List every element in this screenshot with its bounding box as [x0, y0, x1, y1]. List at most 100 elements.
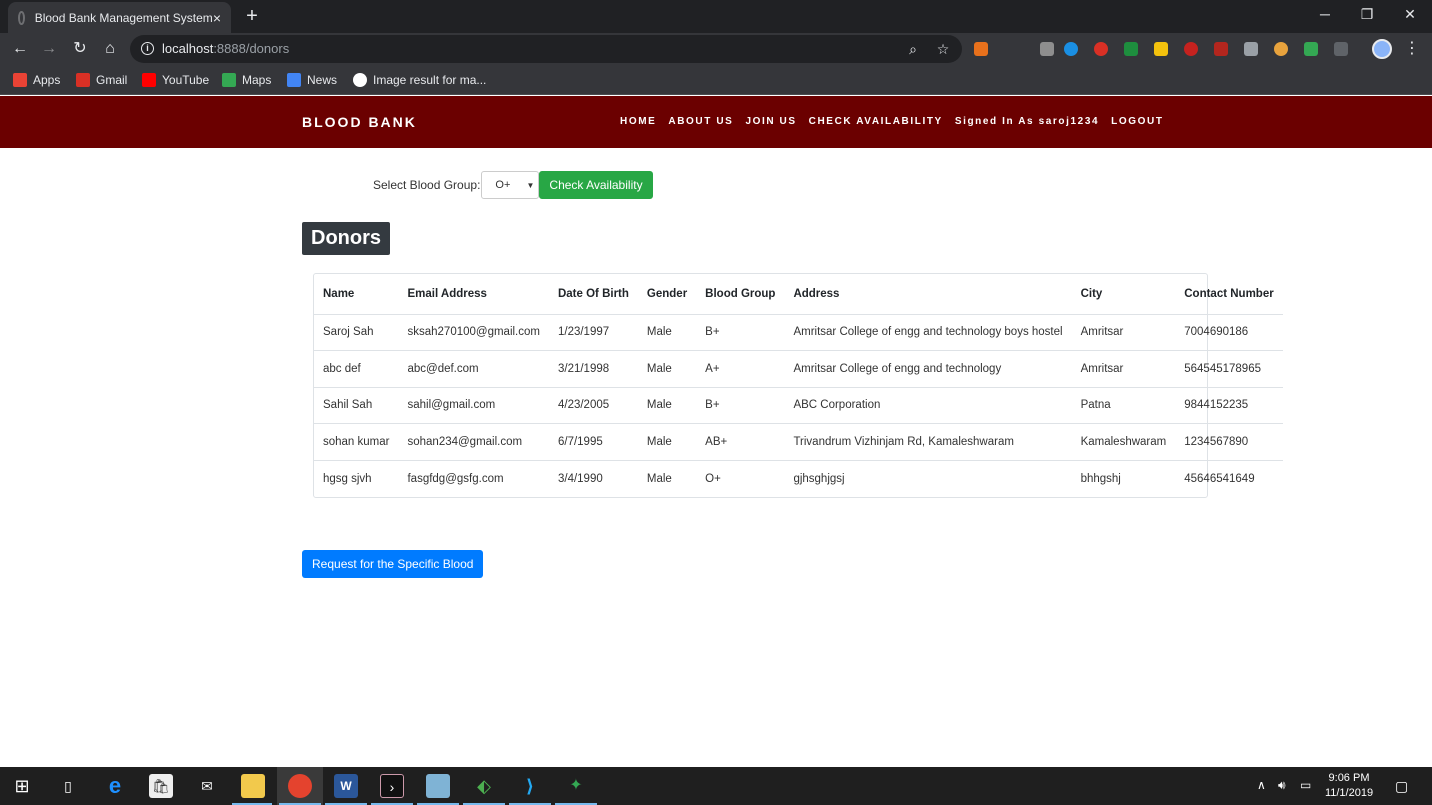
- extension-cube-icon[interactable]: [1334, 42, 1348, 56]
- chrome-icon[interactable]: [288, 774, 312, 798]
- cell-dob: 3/4/1990: [548, 459, 638, 497]
- cell-gender: Male: [637, 423, 697, 460]
- extension-pen-icon[interactable]: [1040, 42, 1054, 56]
- cell-gender: Male: [637, 350, 697, 387]
- window-close-button[interactable]: ✕: [1388, 0, 1432, 30]
- bookmark-label: YouTube: [162, 73, 210, 87]
- extension-red-icon[interactable]: [1094, 42, 1108, 56]
- url-path: :8888/donors: [213, 41, 290, 56]
- blood-group-label: Select Blood Group:: [373, 178, 481, 192]
- profile-avatar-icon[interactable]: [1372, 39, 1392, 59]
- extension-tree-icon[interactable]: [1304, 42, 1318, 56]
- cell-blood-group: O+: [696, 459, 785, 497]
- request-blood-button[interactable]: Request for the Specific Blood: [302, 550, 484, 578]
- browser-tab[interactable]: Blood Bank Management System ×: [8, 2, 231, 33]
- nav-logout[interactable]: LOGOUT: [1111, 116, 1163, 127]
- nav-check-availability[interactable]: CHECK AVAILABILITY: [809, 116, 943, 127]
- bookmark-apps[interactable]: Apps: [13, 71, 60, 89]
- nav-home[interactable]: HOME: [620, 116, 656, 127]
- site-info-icon[interactable]: i: [141, 42, 154, 55]
- cell-address: Amritsar College of engg and technology …: [784, 313, 1072, 351]
- forward-arrow-icon[interactable]: →: [37, 37, 61, 61]
- nav-signed-in-user[interactable]: Signed In As saroj1234: [955, 116, 1099, 127]
- chevron-up-icon[interactable]: ∧: [1257, 778, 1266, 792]
- cell-address: ABC Corporation: [784, 386, 1072, 424]
- cell-email: fasgfdg@gsfg.com: [398, 459, 549, 497]
- bookmark-image-result[interactable]: Image result for ma...: [353, 71, 486, 89]
- extension-yellow-icon[interactable]: [1154, 42, 1168, 56]
- extension-key-icon[interactable]: [974, 42, 988, 56]
- blood-group-select[interactable]: O+ ▼: [481, 171, 540, 199]
- vscode-icon[interactable]: ⟩: [518, 774, 542, 798]
- table-header-row: Name Email Address Date Of Birth Gender …: [314, 274, 1283, 314]
- window-restore-button[interactable]: ❐: [1345, 0, 1389, 30]
- bookmark-youtube[interactable]: YouTube: [142, 71, 209, 89]
- nav-join-us[interactable]: JOIN US: [745, 116, 796, 127]
- back-arrow-icon[interactable]: ←: [8, 37, 32, 61]
- taskbar-clock[interactable]: 9:06 PM 11/1/2019: [1318, 771, 1380, 801]
- bookmark-news[interactable]: News: [287, 71, 337, 89]
- zoom-icon[interactable]: ⌕: [904, 40, 922, 58]
- tab-close-icon[interactable]: ×: [213, 10, 221, 26]
- cell-dob: 6/7/1995: [548, 423, 638, 460]
- mail-icon[interactable]: ✉: [195, 774, 219, 798]
- bookmark-star-icon[interactable]: ☆: [934, 40, 952, 58]
- nav-about-us[interactable]: ABOUT US: [668, 116, 733, 127]
- gmail-icon: [76, 73, 90, 87]
- site-brand[interactable]: BLOOD BANK: [302, 114, 417, 130]
- cell-city: bhhgshj: [1071, 459, 1176, 497]
- clock-time: 9:06 PM: [1328, 772, 1370, 784]
- extension-circle-icon[interactable]: [1184, 42, 1198, 56]
- menu-kebab-icon[interactable]: ⋮: [1404, 38, 1420, 58]
- terminal-icon[interactable]: ›: [380, 774, 404, 798]
- cell-dob: 3/21/1998: [548, 350, 638, 387]
- check-availability-button[interactable]: Check Availability: [539, 171, 653, 199]
- browser-tab-strip: Blood Bank Management System × + ─ ❐ ✕: [0, 0, 1432, 33]
- bookmark-label: Apps: [33, 73, 61, 87]
- cell-contact: 564545178965: [1175, 350, 1283, 387]
- column-header: Blood Group: [705, 287, 776, 300]
- volume-icon[interactable]: 🔊︎: [1278, 778, 1286, 793]
- file-explorer-icon[interactable]: [241, 774, 265, 798]
- extension-cookie-icon[interactable]: [1274, 42, 1288, 56]
- cell-contact: 9844152235: [1175, 386, 1283, 424]
- drive-sync-icon[interactable]: ✦: [564, 774, 588, 798]
- cell-name: sohan kumar: [314, 423, 399, 460]
- notifications-icon[interactable]: ▢: [1395, 778, 1408, 795]
- cell-dob: 1/23/1997: [548, 313, 638, 351]
- windows-start-icon[interactable]: ⊞: [10, 774, 34, 798]
- new-tab-button[interactable]: +: [242, 5, 262, 27]
- bookmark-label: Gmail: [96, 73, 128, 87]
- bookmark-label: Maps: [242, 73, 272, 87]
- mongodb-icon[interactable]: ⬖: [472, 774, 496, 798]
- table-row: Sahil Sah sahil@gmail.com 4/23/2005 Male…: [314, 386, 1283, 424]
- page-title: Donors: [302, 222, 390, 255]
- cell-blood-group: A+: [696, 350, 785, 387]
- task-view-icon[interactable]: ▯: [56, 774, 80, 798]
- table-row: Saroj Sah sksah270100@gmail.com 1/23/199…: [314, 313, 1283, 351]
- extension-pdf-icon[interactable]: [1214, 42, 1228, 56]
- notepad-icon[interactable]: [426, 774, 450, 798]
- home-icon[interactable]: ⌂: [98, 37, 122, 61]
- store-icon[interactable]: 🛍: [149, 774, 173, 798]
- cell-name: Saroj Sah: [314, 313, 399, 351]
- reload-icon[interactable]: ↻: [68, 37, 92, 61]
- battery-icon[interactable]: ▭: [1300, 778, 1311, 792]
- extension-drive-icon[interactable]: [1244, 42, 1258, 56]
- bookmark-gmail[interactable]: Gmail: [76, 71, 127, 89]
- cell-gender: Male: [637, 313, 697, 351]
- word-icon[interactable]: W: [334, 774, 358, 798]
- extension-green-icon[interactable]: [1124, 42, 1138, 56]
- cell-blood-group: B+: [696, 386, 785, 424]
- edge-icon[interactable]: e: [103, 774, 127, 798]
- cell-dob: 4/23/2005: [548, 386, 638, 424]
- extension-blue-icon[interactable]: [1064, 42, 1078, 56]
- cell-city: Amritsar: [1071, 313, 1176, 351]
- address-bar[interactable]: i localhost:8888/donors ⌕ ☆: [130, 35, 962, 63]
- cell-email: sohan234@gmail.com: [398, 423, 549, 460]
- cell-contact: 1234567890: [1175, 423, 1283, 460]
- bookmark-maps[interactable]: Maps: [222, 71, 271, 89]
- site-navbar: BLOOD BANK HOME ABOUT US JOIN US CHECK A…: [0, 96, 1432, 148]
- window-minimize-button[interactable]: ─: [1303, 0, 1347, 30]
- globe-icon: [18, 10, 25, 25]
